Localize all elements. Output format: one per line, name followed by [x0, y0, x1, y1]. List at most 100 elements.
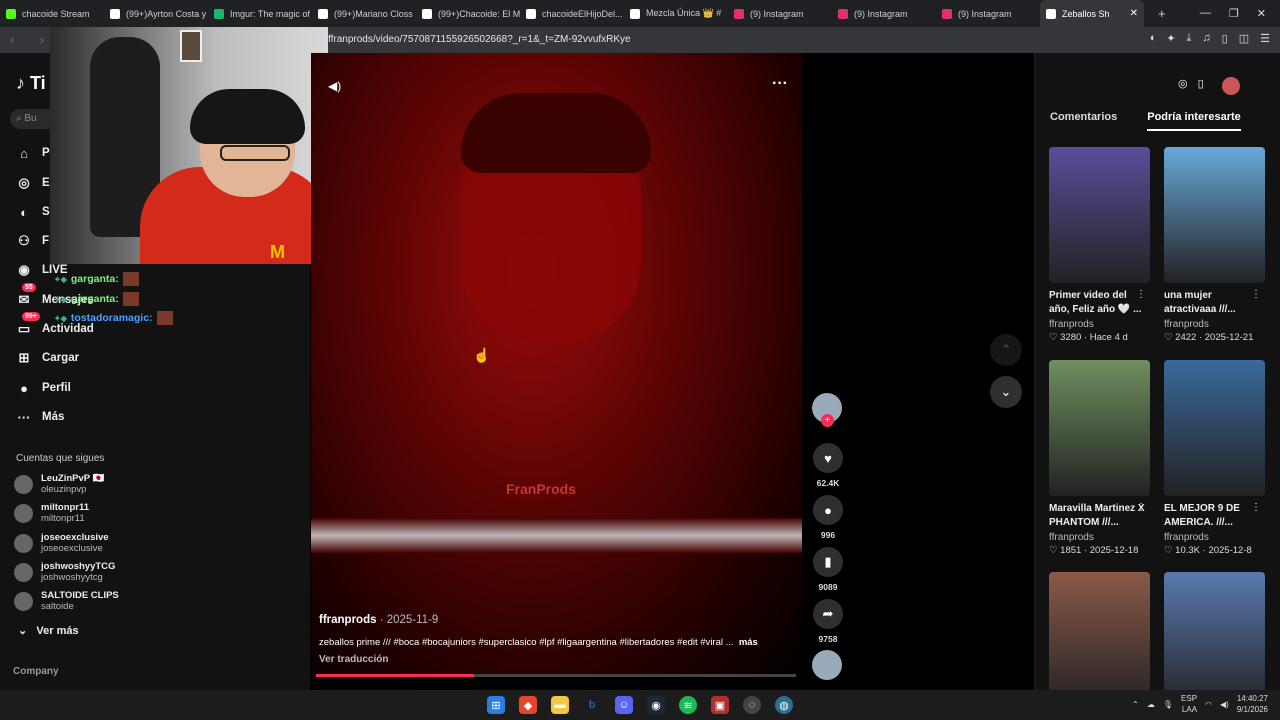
music-icon[interactable]: ♫: [1202, 32, 1210, 45]
video-thumbnail[interactable]: [1049, 360, 1150, 496]
video-player[interactable]: FranProds: [311, 53, 802, 675]
menu-icon[interactable]: ☰: [1260, 32, 1270, 45]
followed-account[interactable]: miltonpr11 miltonpr11: [14, 502, 89, 524]
more-options-icon[interactable]: ···: [772, 75, 788, 93]
close-tab-icon[interactable]: ✕: [1130, 8, 1138, 19]
browser-tab[interactable]: (9) Instagram: [728, 0, 832, 27]
sidebar-toggle-icon[interactable]: ▯: [1222, 32, 1228, 45]
card-title[interactable]: una mujer atractivaaa ///...: [1164, 289, 1265, 317]
followed-account[interactable]: joshwoshyyTCG joshwoshyytcg: [14, 561, 115, 583]
back-icon[interactable]: ‹: [10, 33, 30, 47]
browser-tab[interactable]: chacoideElHijoDel...: [520, 0, 624, 27]
clock[interactable]: 14:40:27 9/1/2026: [1237, 693, 1268, 715]
comment-button[interactable]: ●: [813, 495, 843, 525]
tray-chevron-icon[interactable]: ⌃: [1132, 700, 1139, 709]
obs-icon[interactable]: ▣: [711, 696, 729, 714]
spotify-icon[interactable]: ≋: [679, 696, 697, 714]
mic-icon[interactable]: 🎙: [1163, 700, 1173, 709]
suggested-video-card[interactable]: Maravilla Martinez X PHANTOM ///... ffran…: [1049, 360, 1150, 556]
browser-tab[interactable]: (99+)Mariano Closs: [312, 0, 416, 27]
follow-plus-icon[interactable]: +: [821, 414, 834, 427]
translate-link[interactable]: Ver traducción: [319, 654, 388, 665]
maximize-icon[interactable]: ❐: [1229, 7, 1239, 20]
video-progress-bar[interactable]: [316, 674, 796, 677]
folder-icon[interactable]: ▬: [551, 696, 569, 714]
browser-tab[interactable]: (9) Instagram: [936, 0, 1040, 27]
nav-item[interactable]: ⚇ F: [14, 231, 49, 251]
card-more-icon[interactable]: ⋮: [1251, 502, 1261, 513]
suggested-video-card[interactable]: Primer video del año, Feliz año 🤍 ... ffr…: [1049, 147, 1150, 343]
card-author[interactable]: ffranprods: [1049, 319, 1150, 330]
card-author[interactable]: ffranprods: [1164, 532, 1265, 543]
like-button[interactable]: ♥: [813, 443, 843, 473]
start-icon[interactable]: ⊞: [487, 696, 505, 714]
more-link[interactable]: más: [739, 637, 758, 648]
next-video-button[interactable]: ⌄: [990, 376, 1022, 408]
tab-comments[interactable]: Comentarios: [1050, 111, 1117, 131]
browser-tab[interactable]: (9) Instagram: [832, 0, 936, 27]
url-text[interactable]: ffranprods/video/7570871155926502668?_r=…: [328, 34, 631, 45]
suggested-video-card[interactable]: EL MEJOR 9 DE AMERICA. ///... ffranprods ♡…: [1164, 360, 1265, 556]
card-author[interactable]: ffranprods: [1164, 319, 1265, 330]
app-icon[interactable]: ◌: [743, 696, 761, 714]
wallet-icon[interactable]: ◫: [1239, 32, 1249, 45]
globe-icon[interactable]: ◍: [775, 696, 793, 714]
tab-you-may-like[interactable]: Podría interesarte: [1147, 111, 1241, 131]
card-more-icon[interactable]: ⋮: [1136, 502, 1146, 513]
steam-icon[interactable]: ◉: [647, 696, 665, 714]
card-more-icon[interactable]: ⋮: [1251, 289, 1261, 300]
card-more-icon[interactable]: ⋮: [1136, 289, 1146, 300]
download-icon[interactable]: ⤓: [1187, 32, 1192, 45]
card-title[interactable]: Maravilla Martinez X PHANTOM ///...: [1049, 502, 1150, 530]
browser-tab[interactable]: Imgur: The magic of: [208, 0, 312, 27]
speaker-icon[interactable]: ◀): [1220, 700, 1229, 709]
cloud-icon[interactable]: ☁: [1147, 700, 1155, 709]
followed-account[interactable]: LeuZinPvP 🇯🇵 oleuzinpvp: [14, 473, 104, 495]
share-button[interactable]: ➦: [813, 599, 843, 629]
card-author[interactable]: ffranprods: [1049, 532, 1150, 543]
previous-video-button[interactable]: ⌃: [990, 334, 1022, 366]
video-thumbnail[interactable]: [1049, 572, 1150, 708]
nav-item[interactable]: ● Perfil: [14, 378, 71, 398]
suggested-video-card[interactable]: [1049, 572, 1150, 708]
device-icon[interactable]: ▯: [1198, 77, 1204, 95]
tiktok-logo[interactable]: ♪ Ti: [16, 73, 46, 94]
nav-item[interactable]: ◐ S: [14, 202, 50, 222]
music-disc-avatar[interactable]: [812, 650, 842, 680]
followed-account[interactable]: joseoexclusive joseoexclusive: [14, 532, 109, 554]
company-link[interactable]: Company: [13, 666, 59, 677]
minimize-icon[interactable]: —: [1200, 7, 1211, 20]
discord-icon[interactable]: ☺: [615, 696, 633, 714]
video-author[interactable]: ffranprods · 2025-11-9: [319, 614, 438, 626]
video-thumbnail[interactable]: [1164, 360, 1265, 496]
browser-tab[interactable]: (99+)Ayrton Costa y: [104, 0, 208, 27]
browser-tab[interactable]: Zeballos Sh ✕: [1040, 0, 1144, 27]
language-indicator[interactable]: ESP LAA: [1181, 693, 1197, 715]
suggested-video-card[interactable]: [1164, 572, 1265, 708]
video-thumbnail[interactable]: [1049, 147, 1150, 283]
card-title[interactable]: EL MEJOR 9 DE AMERICA. ///...: [1164, 502, 1265, 530]
compass-icon[interactable]: ◎: [1178, 77, 1188, 95]
brave-icon[interactable]: ◆: [519, 696, 537, 714]
browser-tab[interactable]: Mezcla Única 👑 #: [624, 0, 728, 27]
volume-icon[interactable]: ◀): [328, 79, 341, 93]
extensions-icon[interactable]: ✦: [1166, 32, 1175, 45]
user-avatar[interactable]: [1221, 77, 1240, 95]
nav-item[interactable]: ··· Más: [14, 407, 65, 427]
video-thumbnail[interactable]: [1164, 572, 1265, 708]
see-more-button[interactable]: ⌄ Ver más: [18, 624, 79, 637]
nav-item[interactable]: ◎ E: [14, 173, 49, 193]
video-thumbnail[interactable]: [1164, 147, 1265, 283]
new-tab-button[interactable]: +: [1158, 6, 1166, 21]
close-window-icon[interactable]: ✕: [1257, 7, 1266, 20]
browser-tab[interactable]: chacoide Stream: [0, 0, 104, 27]
bing-icon[interactable]: b: [583, 696, 601, 714]
browser-tab[interactable]: (99+)Chacoide: El M: [416, 0, 520, 27]
followed-account[interactable]: SALTOIDE CLIPS saltoide: [14, 590, 119, 612]
nav-item[interactable]: ⊞ Cargar: [14, 348, 80, 368]
wifi-icon[interactable]: ◠: [1205, 700, 1212, 709]
save-button[interactable]: ▮: [813, 547, 843, 577]
suggested-video-card[interactable]: una mujer atractivaaa ///... ffranprods ♡ …: [1164, 147, 1265, 343]
nav-item[interactable]: ⌂ P: [14, 143, 50, 163]
audio-icon[interactable]: ◖: [1149, 32, 1156, 45]
